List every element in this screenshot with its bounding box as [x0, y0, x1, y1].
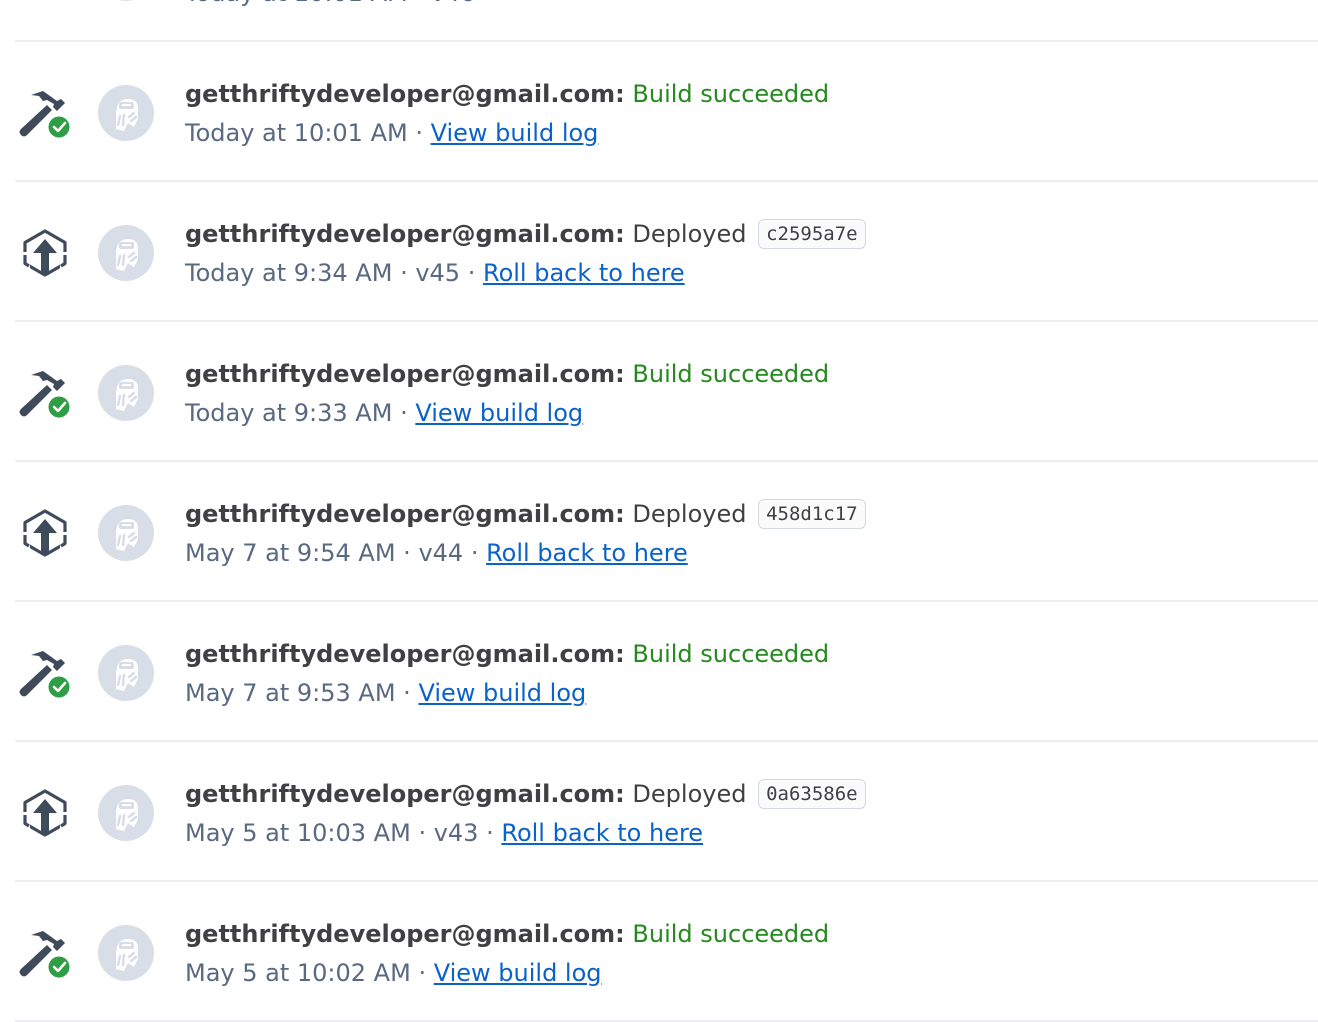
timestamp: May 7 at 9:53 AM: [185, 679, 396, 707]
user-email: getthriftydeveloper@gmail.com:: [185, 640, 625, 668]
separator: ·: [395, 679, 419, 707]
hammer-check-icon: [19, 651, 71, 699]
timestamp: Today at 10:01 AM: [185, 119, 408, 147]
user-email: getthriftydeveloper@gmail.com:: [185, 360, 625, 388]
user-email: getthriftydeveloper@gmail.com:: [185, 80, 625, 108]
deploy-action: Deployed: [632, 220, 747, 248]
separator: ·: [410, 959, 434, 987]
user-avatar-icon: [98, 645, 154, 701]
deploy-action: Deployed: [632, 500, 747, 528]
activity-item-deploy: getthriftydeveloper@gmail.com: Deployed …: [15, 462, 1318, 602]
separator: ·: [392, 259, 416, 287]
separator: ·: [410, 819, 434, 847]
roll-back-link[interactable]: Roll back to here: [483, 259, 685, 287]
view-build-log-link[interactable]: View build log: [434, 959, 602, 987]
build-status: Build succeeded: [632, 640, 830, 668]
user-email: getthriftydeveloper@gmail.com:: [185, 780, 625, 808]
upload-arrow-icon: [20, 509, 70, 557]
user-avatar-icon: [98, 925, 154, 981]
view-build-log-link[interactable]: View build log: [418, 679, 586, 707]
version-label: v44: [418, 539, 464, 567]
activity-item-deploy: getthriftydeveloper@gmail.com: Deployed …: [15, 742, 1318, 882]
upload-arrow-icon: [20, 229, 70, 277]
timestamp: May 5 at 10:02 AM: [185, 959, 411, 987]
timestamp: Today at 9:33 AM: [185, 399, 393, 427]
roll-back-link[interactable]: Roll back to here: [501, 819, 703, 847]
separator: ·: [408, 0, 431, 7]
user-avatar-icon: [98, 785, 154, 841]
activity-item-build: getthriftydeveloper@gmail.com: Build suc…: [15, 42, 1318, 182]
view-build-log-link[interactable]: View build log: [431, 119, 599, 147]
timestamp: Today at 10:01 AM: [185, 0, 408, 7]
commit-hash[interactable]: 458d1c17: [758, 499, 866, 529]
commit-hash[interactable]: c2595a7e: [758, 219, 866, 249]
user-email: getthriftydeveloper@gmail.com:: [185, 920, 625, 948]
hammer-check-icon: [19, 931, 71, 979]
timestamp: May 7 at 9:54 AM: [185, 539, 396, 567]
build-status: Build succeeded: [632, 360, 830, 388]
separator: ·: [478, 819, 502, 847]
separator: ·: [463, 539, 487, 567]
activity-item-deploy: getthriftydeveloper@gmail.com: Deployed …: [15, 182, 1318, 322]
roll-back-link[interactable]: Roll back to here: [486, 539, 688, 567]
user-avatar-icon: [98, 0, 154, 1]
upload-arrow-icon: [17, 0, 73, 1]
hammer-check-icon: [19, 91, 71, 139]
version-label: v43: [433, 819, 479, 847]
build-status: Build succeeded: [632, 920, 830, 948]
activity-feed: getthriftydeveloper@gmail.com: Deployed …: [15, 0, 1318, 1022]
timestamp: May 5 at 10:03 AM: [185, 819, 411, 847]
user-email: getthriftydeveloper@gmail.com:: [185, 500, 625, 528]
activity-item-build: getthriftydeveloper@gmail.com: Build suc…: [15, 322, 1318, 462]
version-label: v45: [415, 259, 461, 287]
user-avatar-icon: [98, 225, 154, 281]
build-status: Build succeeded: [632, 80, 830, 108]
view-build-log-link[interactable]: View build log: [415, 399, 583, 427]
separator: ·: [407, 119, 431, 147]
activity-item-build: getthriftydeveloper@gmail.com: Build suc…: [15, 602, 1318, 742]
user-email: getthriftydeveloper@gmail.com:: [185, 220, 625, 248]
separator: ·: [392, 399, 416, 427]
timestamp: Today at 9:34 AM: [185, 259, 393, 287]
user-avatar-icon: [98, 85, 154, 141]
commit-hash[interactable]: 0a63586e: [758, 779, 866, 809]
upload-arrow-icon: [20, 789, 70, 837]
user-avatar-icon: [98, 365, 154, 421]
hammer-check-icon: [19, 371, 71, 419]
separator: ·: [460, 259, 483, 287]
version-label: v46: [431, 0, 476, 7]
activity-item-build: getthriftydeveloper@gmail.com: Build suc…: [15, 882, 1318, 1022]
user-avatar-icon: [98, 505, 154, 561]
separator: ·: [395, 539, 419, 567]
deploy-action: Deployed: [632, 780, 747, 808]
activity-item-deploy: getthriftydeveloper@gmail.com: Deployed …: [15, 0, 1318, 42]
